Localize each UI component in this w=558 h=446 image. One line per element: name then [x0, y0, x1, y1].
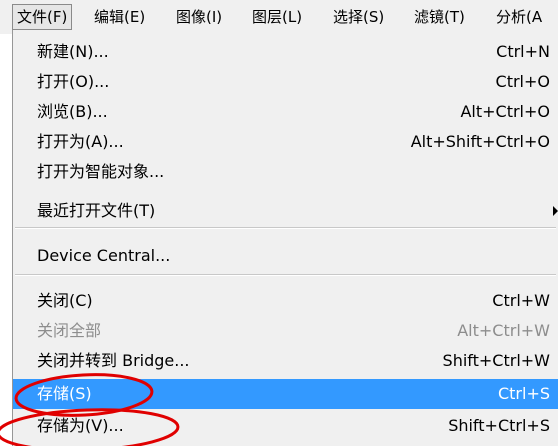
menu-item-open-as[interactable]: 打开为(A)... Alt+Shift+Ctrl+O	[13, 127, 558, 157]
menu-item-save[interactable]: 存储(S) Ctrl+S	[13, 379, 558, 409]
menu-separator	[15, 227, 556, 229]
menu-item-label: 打开为智能对象...	[37, 162, 165, 181]
file-menu-dropdown: 新建(N)... Ctrl+N 打开(O)... Ctrl+O 浏览(B)...…	[12, 30, 558, 446]
menu-item-label: 新建(N)...	[37, 42, 109, 61]
menu-item-save-as[interactable]: 存储为(V)... Shift+Ctrl+S	[13, 411, 558, 441]
menu-item-recent-files[interactable]: 最近打开文件(T)	[13, 196, 558, 226]
menu-item-device-central[interactable]: Device Central...	[13, 241, 558, 271]
menu-item-label: 最近打开文件(T)	[37, 201, 156, 220]
menu-item-shortcut: Alt+Shift+Ctrl+O	[410, 132, 550, 151]
menu-item-label: 关闭全部	[37, 321, 102, 340]
menu-item-label: 打开为(A)...	[37, 132, 124, 151]
submenu-arrow-icon	[553, 206, 558, 216]
menu-file[interactable]: 文件(F)	[12, 4, 73, 30]
screen: 文件(F) 编辑(E) 图像(I) 图层(L) 选择(S) 滤镜(T) 分析(A…	[0, 0, 558, 446]
menu-item-label: 关闭并转到 Bridge...	[37, 351, 190, 370]
menu-item-shortcut: Shift+Ctrl+W	[442, 351, 550, 370]
menu-item-close-and-go-to-bridge[interactable]: 关闭并转到 Bridge... Shift+Ctrl+W	[13, 346, 558, 376]
menu-item-shortcut: Ctrl+W	[492, 291, 550, 310]
menu-select[interactable]: 选择(S)	[333, 0, 384, 34]
menu-item-new[interactable]: 新建(N)... Ctrl+N	[13, 37, 558, 67]
menu-item-label: 关闭(C)	[37, 291, 93, 310]
menu-analysis[interactable]: 分析(A	[496, 0, 542, 34]
menu-item-close[interactable]: 关闭(C) Ctrl+W	[13, 286, 558, 316]
menu-item-label: 存储为(V)...	[37, 416, 124, 435]
menu-item-label: 打开(O)...	[37, 72, 110, 91]
menu-separator	[15, 274, 556, 276]
menu-item-open-as-smart-object[interactable]: 打开为智能对象...	[13, 157, 558, 187]
menu-item-shortcut: Alt+Ctrl+O	[460, 102, 550, 121]
menu-layer[interactable]: 图层(L)	[252, 0, 302, 34]
menu-item-shortcut: Ctrl+S	[497, 384, 550, 403]
menu-item-label: Device Central...	[37, 246, 171, 265]
menu-filter[interactable]: 滤镜(T)	[414, 0, 465, 34]
menu-item-label: 存储(S)	[37, 384, 92, 403]
menu-item-shortcut: Ctrl+N	[496, 42, 550, 61]
menu-bar: 文件(F) 编辑(E) 图像(I) 图层(L) 选择(S) 滤镜(T) 分析(A	[0, 0, 558, 34]
menu-item-label: 浏览(B)...	[37, 102, 108, 121]
menu-item-open[interactable]: 打开(O)... Ctrl+O	[13, 67, 558, 97]
menu-item-shortcut: Alt+Ctrl+W	[457, 321, 550, 340]
menu-item-shortcut: Shift+Ctrl+S	[448, 416, 550, 435]
menu-image[interactable]: 图像(I)	[176, 0, 222, 34]
menu-item-close-all[interactable]: 关闭全部 Alt+Ctrl+W	[13, 316, 558, 346]
menu-item-shortcut: Ctrl+O	[495, 72, 550, 91]
menu-item-browse[interactable]: 浏览(B)... Alt+Ctrl+O	[13, 97, 558, 127]
menu-edit[interactable]: 编辑(E)	[94, 0, 145, 34]
